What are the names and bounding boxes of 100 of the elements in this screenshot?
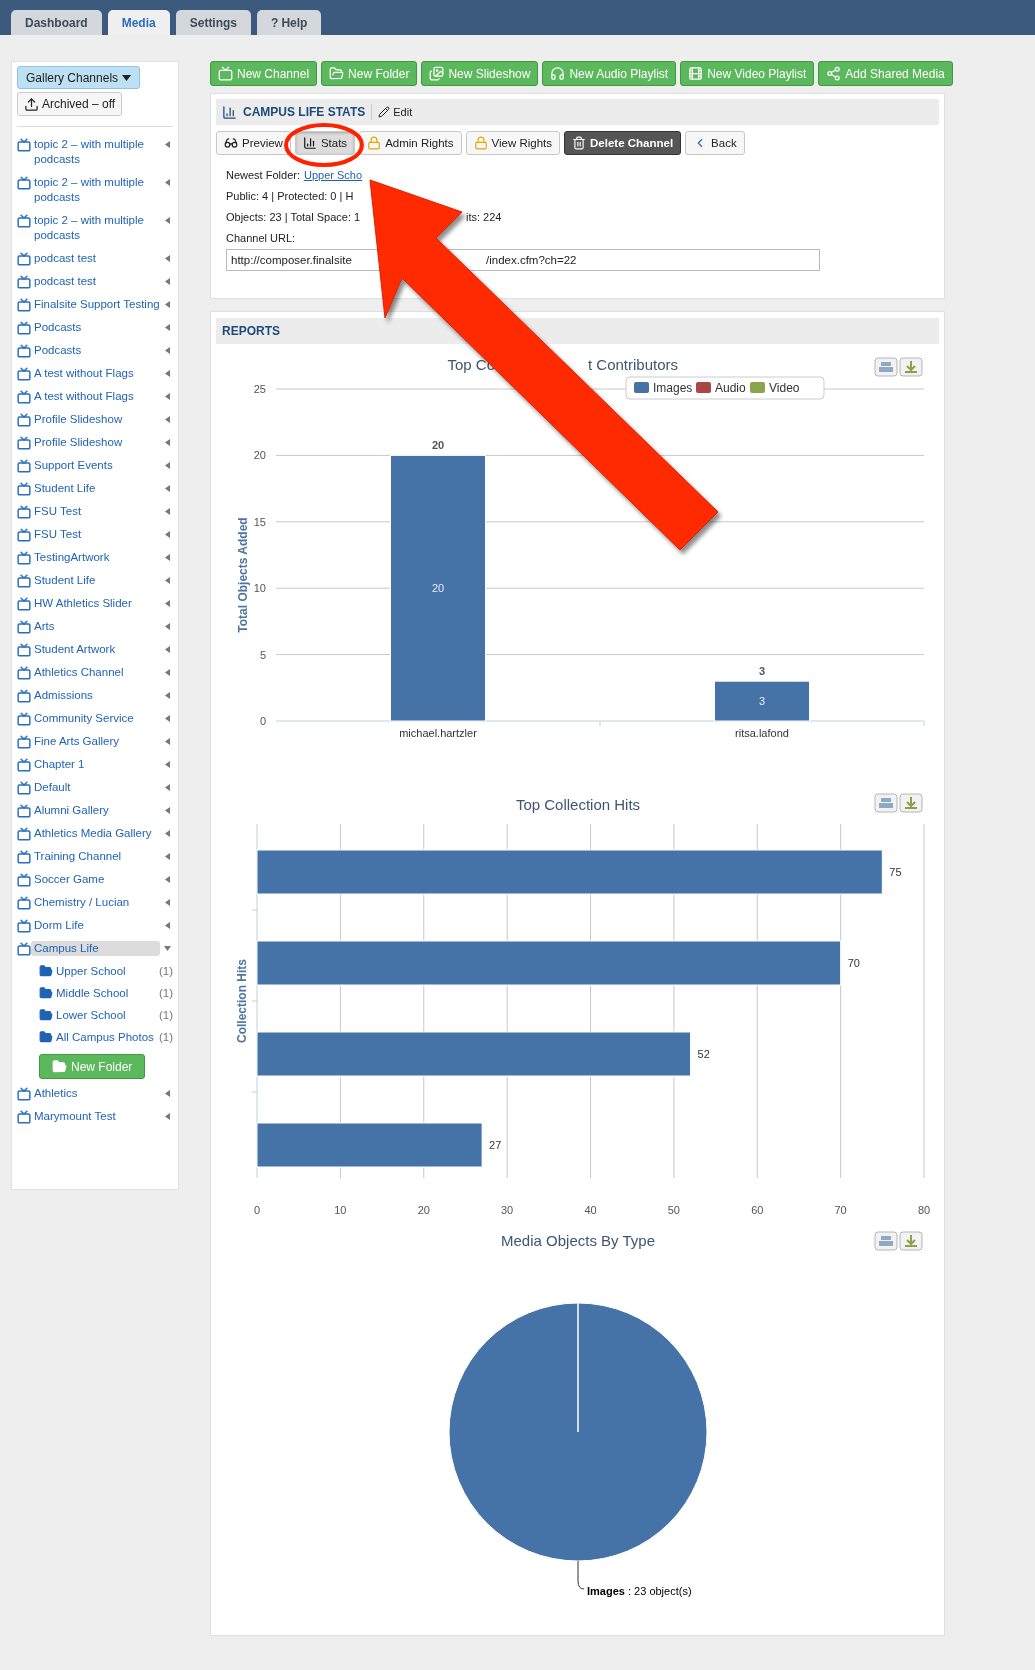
channel-item[interactable]: Arts <box>31 619 160 634</box>
axis-tick-label: 0 <box>253 1204 261 1216</box>
channel-item[interactable]: Podcasts <box>31 320 160 335</box>
channel-item[interactable]: Student Life <box>31 481 160 496</box>
channel-item[interactable]: Student Life <box>31 573 160 588</box>
caret-icon[interactable] <box>164 141 171 148</box>
download-button[interactable] <box>899 357 923 377</box>
channel-item[interactable]: topic 2 – with multiple podcasts <box>31 175 160 205</box>
channel-item[interactable]: Student Artwork <box>31 642 160 657</box>
caret-icon[interactable] <box>164 646 171 653</box>
channel-item[interactable]: Athletics <box>31 1086 160 1101</box>
caret-icon[interactable] <box>164 1113 171 1120</box>
caret-icon[interactable] <box>164 217 171 224</box>
caret-icon[interactable] <box>164 853 171 860</box>
caret-icon[interactable] <box>164 899 171 906</box>
caret-icon[interactable] <box>164 301 171 308</box>
channel-item[interactable]: Profile Slideshow <box>31 412 160 427</box>
print-button[interactable] <box>874 1231 898 1251</box>
caret-icon[interactable] <box>164 255 171 262</box>
caret-icon[interactable] <box>164 669 171 676</box>
action-button[interactable]: Admin Rights <box>359 131 462 155</box>
legend-label[interactable]: Audio <box>715 381 746 395</box>
nav-tab[interactable]: Media <box>107 10 170 35</box>
channel-item[interactable]: Campus Life <box>31 941 160 956</box>
caret-icon[interactable] <box>164 830 171 837</box>
caret-icon[interactable] <box>164 715 171 722</box>
caret-icon[interactable] <box>164 416 171 423</box>
channel-item[interactable]: Support Events <box>31 458 160 473</box>
caret-icon[interactable] <box>164 945 171 952</box>
folder-item[interactable]: Upper School <box>56 965 156 977</box>
channel-item[interactable]: FSU Test <box>31 527 160 542</box>
folder-link[interactable]: Upper Scho <box>304 169 363 182</box>
channel-item[interactable]: Chemistry / Lucian <box>31 895 160 910</box>
nav-tab[interactable]: Dashboard <box>11 10 102 35</box>
caret-icon[interactable] <box>164 439 171 446</box>
download-button[interactable] <box>899 793 923 813</box>
channel-item[interactable]: topic 2 – with multiple podcasts <box>31 213 160 243</box>
caret-icon[interactable] <box>164 370 171 377</box>
caret-icon[interactable] <box>164 807 171 814</box>
channels-dropdown[interactable]: Gallery Channels <box>17 66 141 89</box>
channel-item[interactable]: HW Athletics Slider <box>31 596 160 611</box>
caret-icon[interactable] <box>164 462 171 469</box>
channel-item[interactable]: A test without Flags <box>31 389 160 404</box>
action-button[interactable]: View Rights <box>465 131 561 155</box>
nav-tab[interactable]: ? Help <box>257 10 322 35</box>
action-button[interactable]: Delete Channel <box>564 131 682 155</box>
caret-icon[interactable] <box>164 876 171 883</box>
caret-icon[interactable] <box>164 600 171 607</box>
channel-item[interactable]: Community Service <box>31 711 160 726</box>
channel-item[interactable]: FSU Test <box>31 504 160 519</box>
caret-icon[interactable] <box>164 179 171 186</box>
legend-label[interactable]: Video <box>769 381 800 395</box>
caret-icon[interactable] <box>164 623 171 630</box>
nav-tab[interactable]: Settings <box>175 10 252 35</box>
print-button[interactable] <box>874 357 898 377</box>
channel-item[interactable]: Admissions <box>31 688 160 703</box>
folder-item[interactable]: Middle School <box>56 987 156 999</box>
download-button[interactable] <box>899 1231 923 1251</box>
caret-icon[interactable] <box>164 922 171 929</box>
channel-item[interactable]: Alumni Gallery <box>31 803 160 818</box>
action-button[interactable]: Stats <box>294 131 356 155</box>
caret-icon[interactable] <box>164 1090 171 1097</box>
folder-item[interactable]: Lower School <box>56 1009 156 1021</box>
caret-icon[interactable] <box>164 347 171 354</box>
edit-link[interactable]: Edit <box>378 106 413 118</box>
channel-item[interactable]: topic 2 – with multiple podcasts <box>31 137 160 167</box>
caret-icon[interactable] <box>164 761 171 768</box>
caret-icon[interactable] <box>164 324 171 331</box>
print-button[interactable] <box>874 793 898 813</box>
caret-icon[interactable] <box>164 738 171 745</box>
channel-item[interactable]: Marymount Test <box>31 1109 160 1124</box>
channel-item[interactable]: Chapter 1 <box>31 757 160 772</box>
caret-icon[interactable] <box>164 784 171 791</box>
channel-item[interactable]: Dorm Life <box>31 918 160 933</box>
caret-icon[interactable] <box>164 577 171 584</box>
channel-item[interactable]: Training Channel <box>31 849 160 864</box>
caret-icon[interactable] <box>164 554 171 561</box>
channel-item[interactable]: Fine Arts Gallery <box>31 734 160 749</box>
caret-icon[interactable] <box>164 485 171 492</box>
channel-item[interactable]: TestingArtwork <box>31 550 160 565</box>
channel-item[interactable]: Profile Slideshow <box>31 435 160 450</box>
channel-item[interactable]: podcast test <box>31 251 160 266</box>
folder-item[interactable]: All Campus Photos <box>56 1031 156 1043</box>
channel-item[interactable]: Athletics Media Gallery <box>31 826 160 841</box>
caret-icon[interactable] <box>164 278 171 285</box>
archived-toggle[interactable]: Archived – off <box>17 92 123 116</box>
caret-icon[interactable] <box>164 508 171 515</box>
action-button[interactable]: Preview <box>216 131 291 155</box>
channel-item[interactable]: Default <box>31 780 160 795</box>
channel-item[interactable]: podcast test <box>31 274 160 289</box>
action-button[interactable]: Back <box>685 131 745 155</box>
caret-icon[interactable] <box>164 692 171 699</box>
legend-label[interactable]: Images <box>653 381 693 395</box>
channel-item[interactable]: A test without Flags <box>31 366 160 381</box>
channel-item[interactable]: Podcasts <box>31 343 160 358</box>
channel-item[interactable]: Athletics Channel <box>31 665 160 680</box>
caret-icon[interactable] <box>164 531 171 538</box>
channel-item[interactable]: Finalsite Support Testing <box>31 297 160 312</box>
caret-icon[interactable] <box>164 393 171 400</box>
channel-item[interactable]: Soccer Game <box>31 872 160 887</box>
